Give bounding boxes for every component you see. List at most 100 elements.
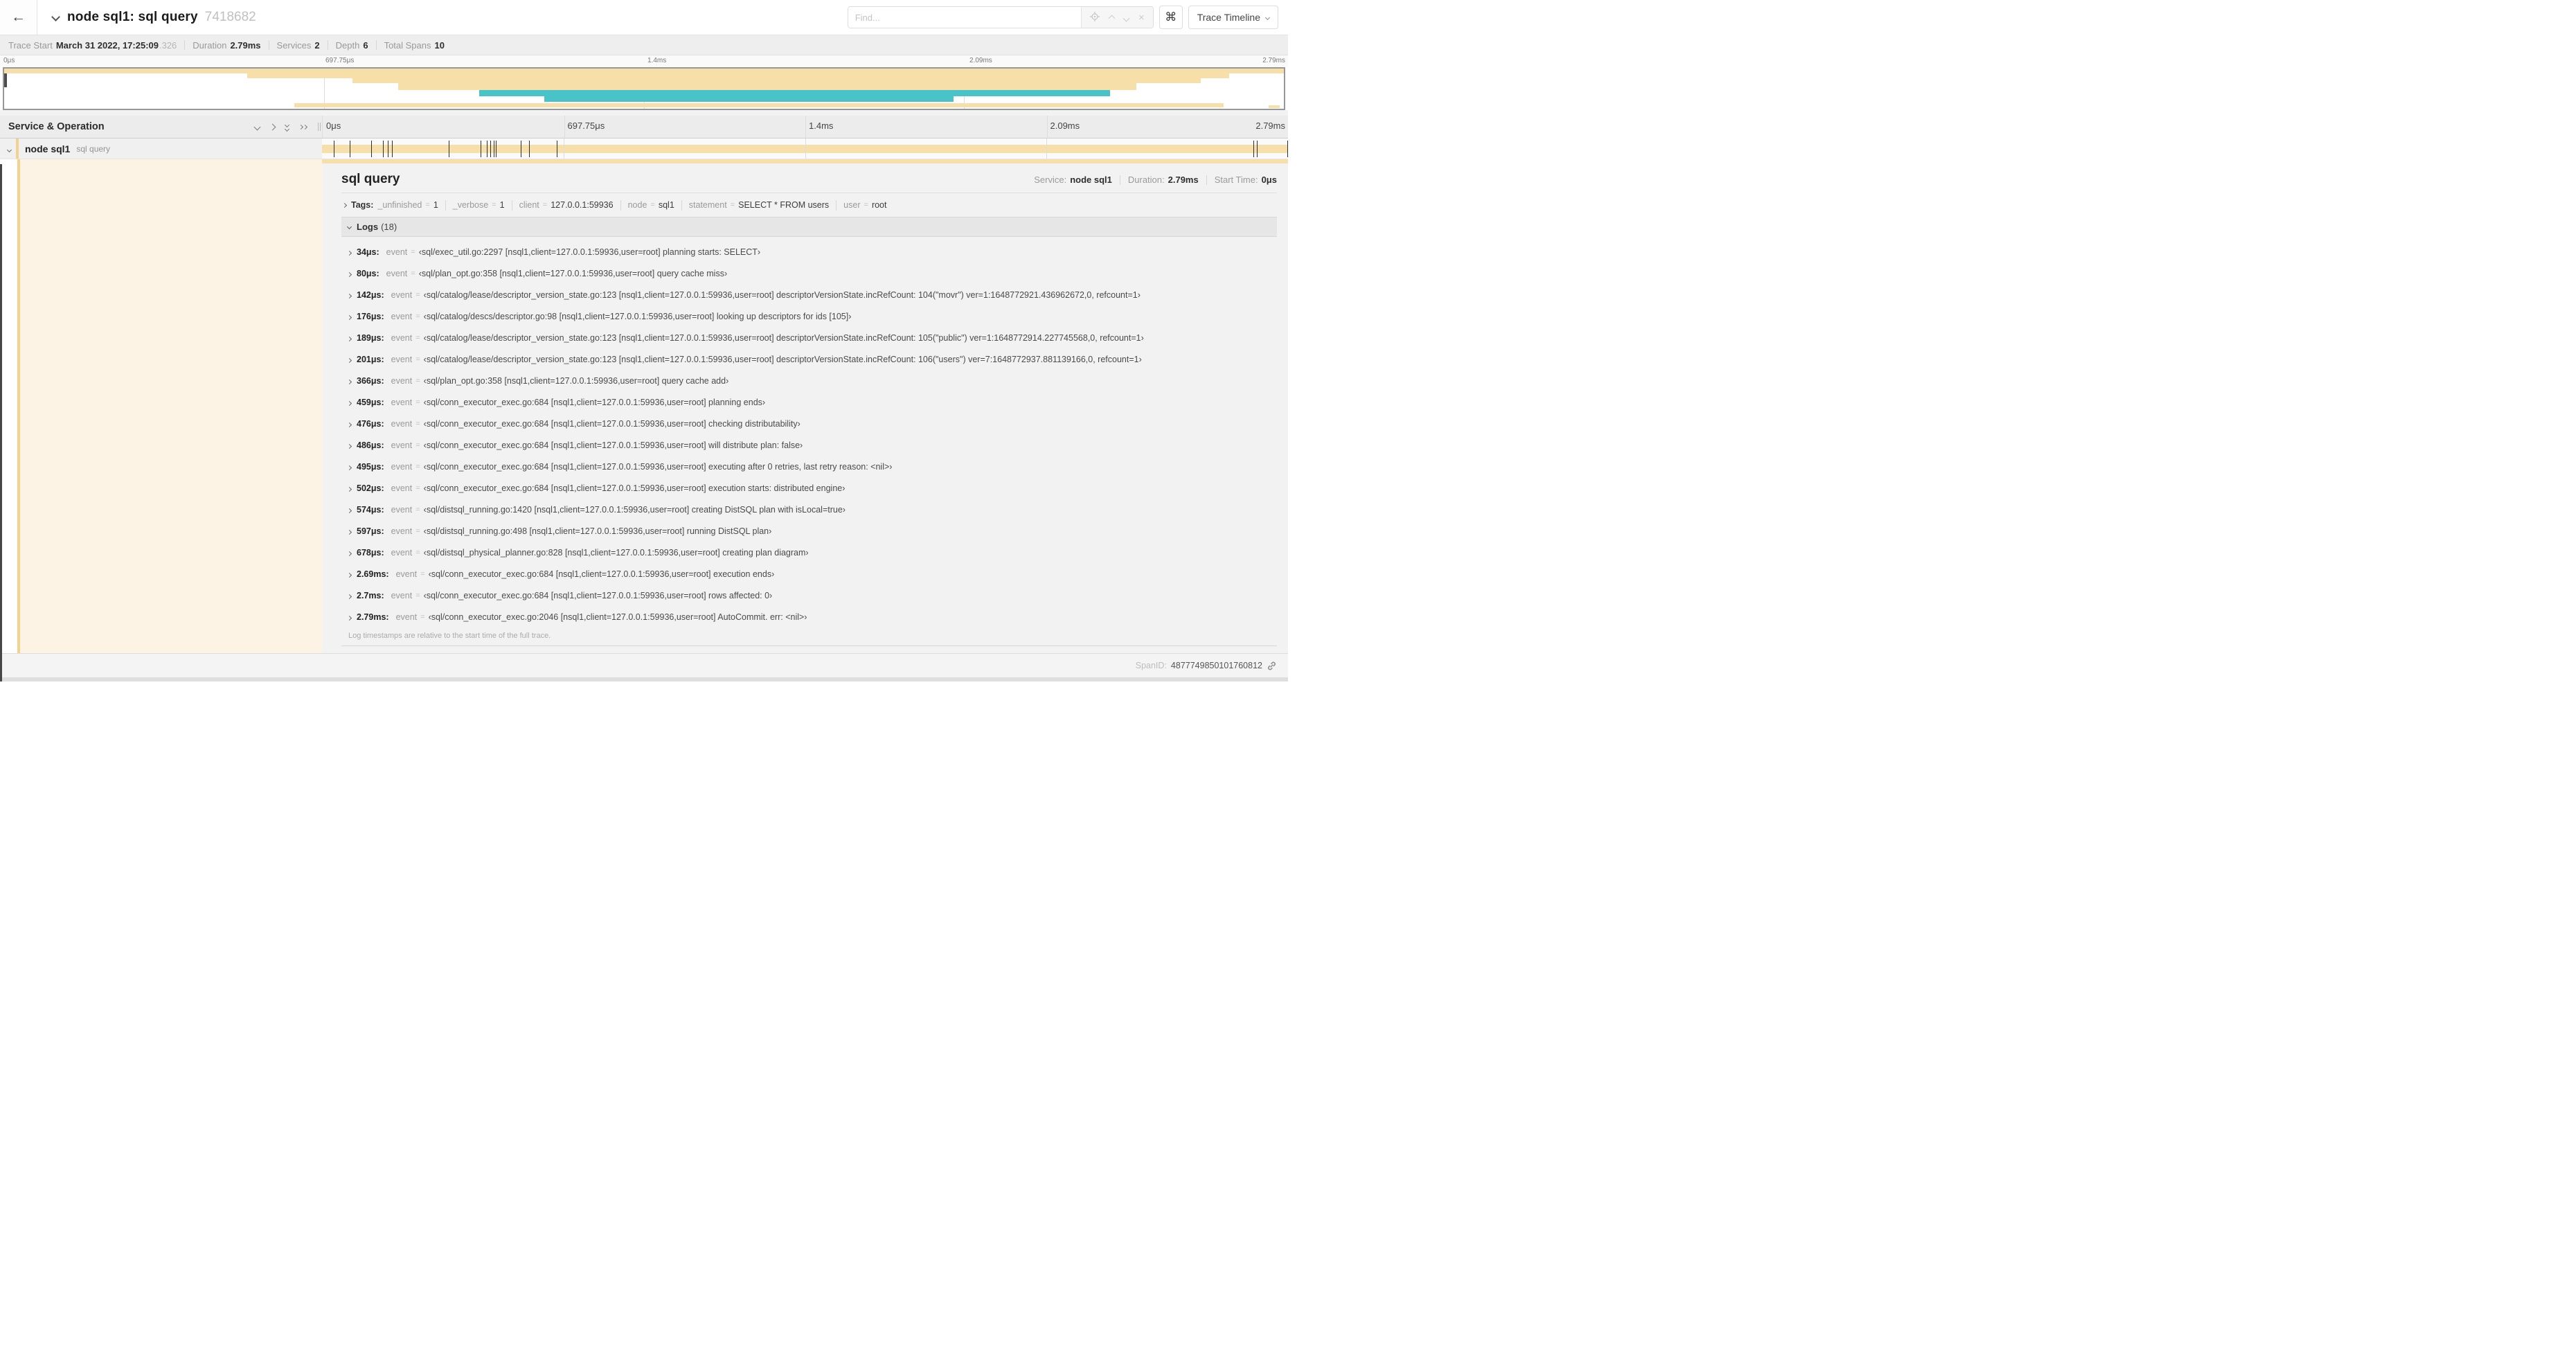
tags-accordion-row[interactable]: Tags: _unfinished = 1 _verbose = 1 client = 127.… xyxy=(341,193,1277,217)
logs-accordion-header[interactable]: Logs (18) xyxy=(341,217,1277,237)
tags-label: Tags: xyxy=(351,200,374,210)
chevron-down-icon[interactable] xyxy=(51,11,60,24)
collapse-all-icon[interactable] xyxy=(284,122,290,132)
log-field-key: event xyxy=(386,247,408,257)
equals-sign: = xyxy=(415,333,420,342)
equals-sign: = xyxy=(415,290,420,299)
span-row-tree-cell[interactable]: node sql1 sql query xyxy=(0,139,322,159)
back-arrow-icon: ← xyxy=(11,9,26,25)
expand-all-icon[interactable] xyxy=(298,124,308,130)
stat-value: 10 xyxy=(434,39,445,51)
log-row[interactable]: 459μs: event = ‹sql/conn_executor_exec.go:6… xyxy=(341,391,1277,413)
log-event-tick xyxy=(487,141,488,157)
minimap-span xyxy=(352,78,1201,83)
span-id-label: SpanID: xyxy=(1135,661,1167,670)
log-row[interactable]: 2.7ms: event = ‹sql/conn_executor_exec.go:6… xyxy=(341,585,1277,606)
log-event-tick xyxy=(1253,141,1254,157)
stat-value: March 31 2022, 17:25:09 xyxy=(55,39,159,51)
log-row[interactable]: 502μs: event = ‹sql/conn_executor_exec.go:6… xyxy=(341,477,1277,499)
tree-gutter xyxy=(0,159,17,653)
log-field-value: ‹sql/distsql_running.go:1420 [nsql1,clie… xyxy=(423,504,846,515)
log-field-key: event xyxy=(395,569,418,579)
equals-sign: = xyxy=(411,247,415,256)
trace-minimap[interactable] xyxy=(3,67,1285,110)
ruler-tick-label: 1.4ms xyxy=(809,121,834,131)
log-field-key: event xyxy=(391,354,413,364)
log-row[interactable]: 2.69ms: event = ‹sql/conn_executor_exec.go:… xyxy=(341,563,1277,585)
logs-footnote: Log timestamps are relative to the start… xyxy=(341,629,1277,645)
ruler-tick-label: 1.4ms xyxy=(647,57,667,64)
log-row[interactable]: 34μs: event = ‹sql/exec_util.go:2297 [nsql1… xyxy=(341,241,1277,262)
divider xyxy=(445,199,446,211)
minimap-span xyxy=(398,83,1137,90)
bottom-window-strip xyxy=(0,677,1288,682)
log-row[interactable]: 142μs: event = ‹sql/catalog/lease/descripto… xyxy=(341,284,1277,305)
trace-view-selector[interactable]: Trace Timeline xyxy=(1188,6,1278,29)
expand-one-icon[interactable] xyxy=(269,123,276,130)
log-timestamp: 366μs: xyxy=(357,375,384,386)
log-row[interactable]: 574μs: event = ‹sql/distsql_running.go:1420… xyxy=(341,499,1277,520)
service-color-accent xyxy=(16,139,19,159)
log-event-tick xyxy=(496,141,497,157)
equals-sign: = xyxy=(415,526,420,535)
log-row[interactable]: 486μs: event = ‹sql/conn_executor_exec.go:6… xyxy=(341,434,1277,456)
chevron-right-icon xyxy=(346,440,352,450)
log-row[interactable]: 189μs: event = ‹sql/catalog/lease/descripto… xyxy=(341,327,1277,348)
keyboard-shortcuts-button[interactable]: ⌘ xyxy=(1159,6,1183,29)
top-bar: ← node sql1: sql query 7418682 × ⌘ Tr xyxy=(0,0,1288,35)
find-input[interactable] xyxy=(848,7,1081,28)
log-field-value: ‹sql/conn_executor_exec.go:2046 [nsql1,c… xyxy=(428,612,807,622)
log-field-key: event xyxy=(391,461,413,472)
log-row[interactable]: 597μs: event = ‹sql/distsql_running.go:498 … xyxy=(341,520,1277,542)
back-button[interactable]: ← xyxy=(0,0,37,35)
log-row[interactable]: 495μs: event = ‹sql/conn_executor_exec.go:6… xyxy=(341,456,1277,477)
log-timestamp: 176μs: xyxy=(357,311,384,321)
collapse-one-icon[interactable] xyxy=(253,123,261,130)
log-timestamp: 34μs: xyxy=(357,247,379,257)
log-row[interactable]: 201μs: event = ‹sql/catalog/lease/descripto… xyxy=(341,348,1277,370)
minimap-span xyxy=(478,90,1110,96)
log-field-value: ‹sql/conn_executor_exec.go:684 [nsql1,cl… xyxy=(423,418,800,429)
locate-icon[interactable] xyxy=(1089,12,1100,23)
find-box: × xyxy=(847,6,1154,28)
chevron-right-icon xyxy=(346,548,352,558)
tag-pair: statement = SELECT * FROM users xyxy=(689,200,829,210)
log-timestamp: 502μs: xyxy=(357,483,384,493)
log-row[interactable]: 678μs: event = ‹sql/distsql_physical_planne… xyxy=(341,542,1277,563)
chevron-right-icon xyxy=(346,269,352,278)
view-selector-label: Trace Timeline xyxy=(1197,12,1260,23)
log-field-value: ‹sql/conn_executor_exec.go:684 [nsql1,cl… xyxy=(423,440,803,450)
divider xyxy=(375,40,377,50)
deep-link-icon[interactable] xyxy=(1267,661,1277,671)
gridline xyxy=(805,139,806,159)
trace-page: ← node sql1: sql query 7418682 × ⌘ Tr xyxy=(0,0,1288,682)
chevron-right-icon xyxy=(346,247,352,257)
log-row[interactable]: 176μs: event = ‹sql/catalog/descs/descripto… xyxy=(341,305,1277,327)
span-row[interactable]: node sql1 sql query xyxy=(0,139,1288,159)
ruler-tick-label: 697.75μs xyxy=(325,57,355,64)
log-row[interactable]: 2.79ms: event = ‹sql/conn_executor_exec.go:… xyxy=(341,606,1277,627)
log-field-key: event xyxy=(391,547,413,558)
chevron-right-icon xyxy=(341,202,348,208)
clear-find-icon[interactable]: × xyxy=(1138,12,1145,23)
span-timeline-cell[interactable] xyxy=(322,139,1288,159)
log-timestamp: 2.79ms: xyxy=(357,612,389,622)
log-row[interactable]: 366μs: event = ‹sql/plan_opt.go:358 [nsql1,… xyxy=(341,370,1277,391)
log-field-key: event xyxy=(391,397,413,407)
stat-value-suffix: .326 xyxy=(159,39,177,51)
chevron-down-icon[interactable] xyxy=(6,143,12,155)
tag-value: root xyxy=(871,200,887,210)
service-color-stripe xyxy=(17,159,20,653)
chevron-down-icon xyxy=(346,224,352,230)
meta-value: node sql1 xyxy=(1070,175,1112,185)
chevron-right-icon xyxy=(346,505,352,515)
equals-sign: = xyxy=(415,376,420,385)
column-resize-handle[interactable] xyxy=(316,121,322,132)
log-row[interactable]: 80μs: event = ‹sql/plan_opt.go:358 [nsql1,c… xyxy=(341,262,1277,284)
tag-key: node xyxy=(627,200,647,210)
next-result-icon[interactable] xyxy=(1122,13,1130,22)
log-row[interactable]: 476μs: event = ‹sql/conn_executor_exec.go:6… xyxy=(341,413,1277,434)
log-event-tick xyxy=(1287,141,1288,157)
equals-sign: = xyxy=(415,591,420,600)
prev-result-icon[interactable] xyxy=(1108,13,1116,22)
